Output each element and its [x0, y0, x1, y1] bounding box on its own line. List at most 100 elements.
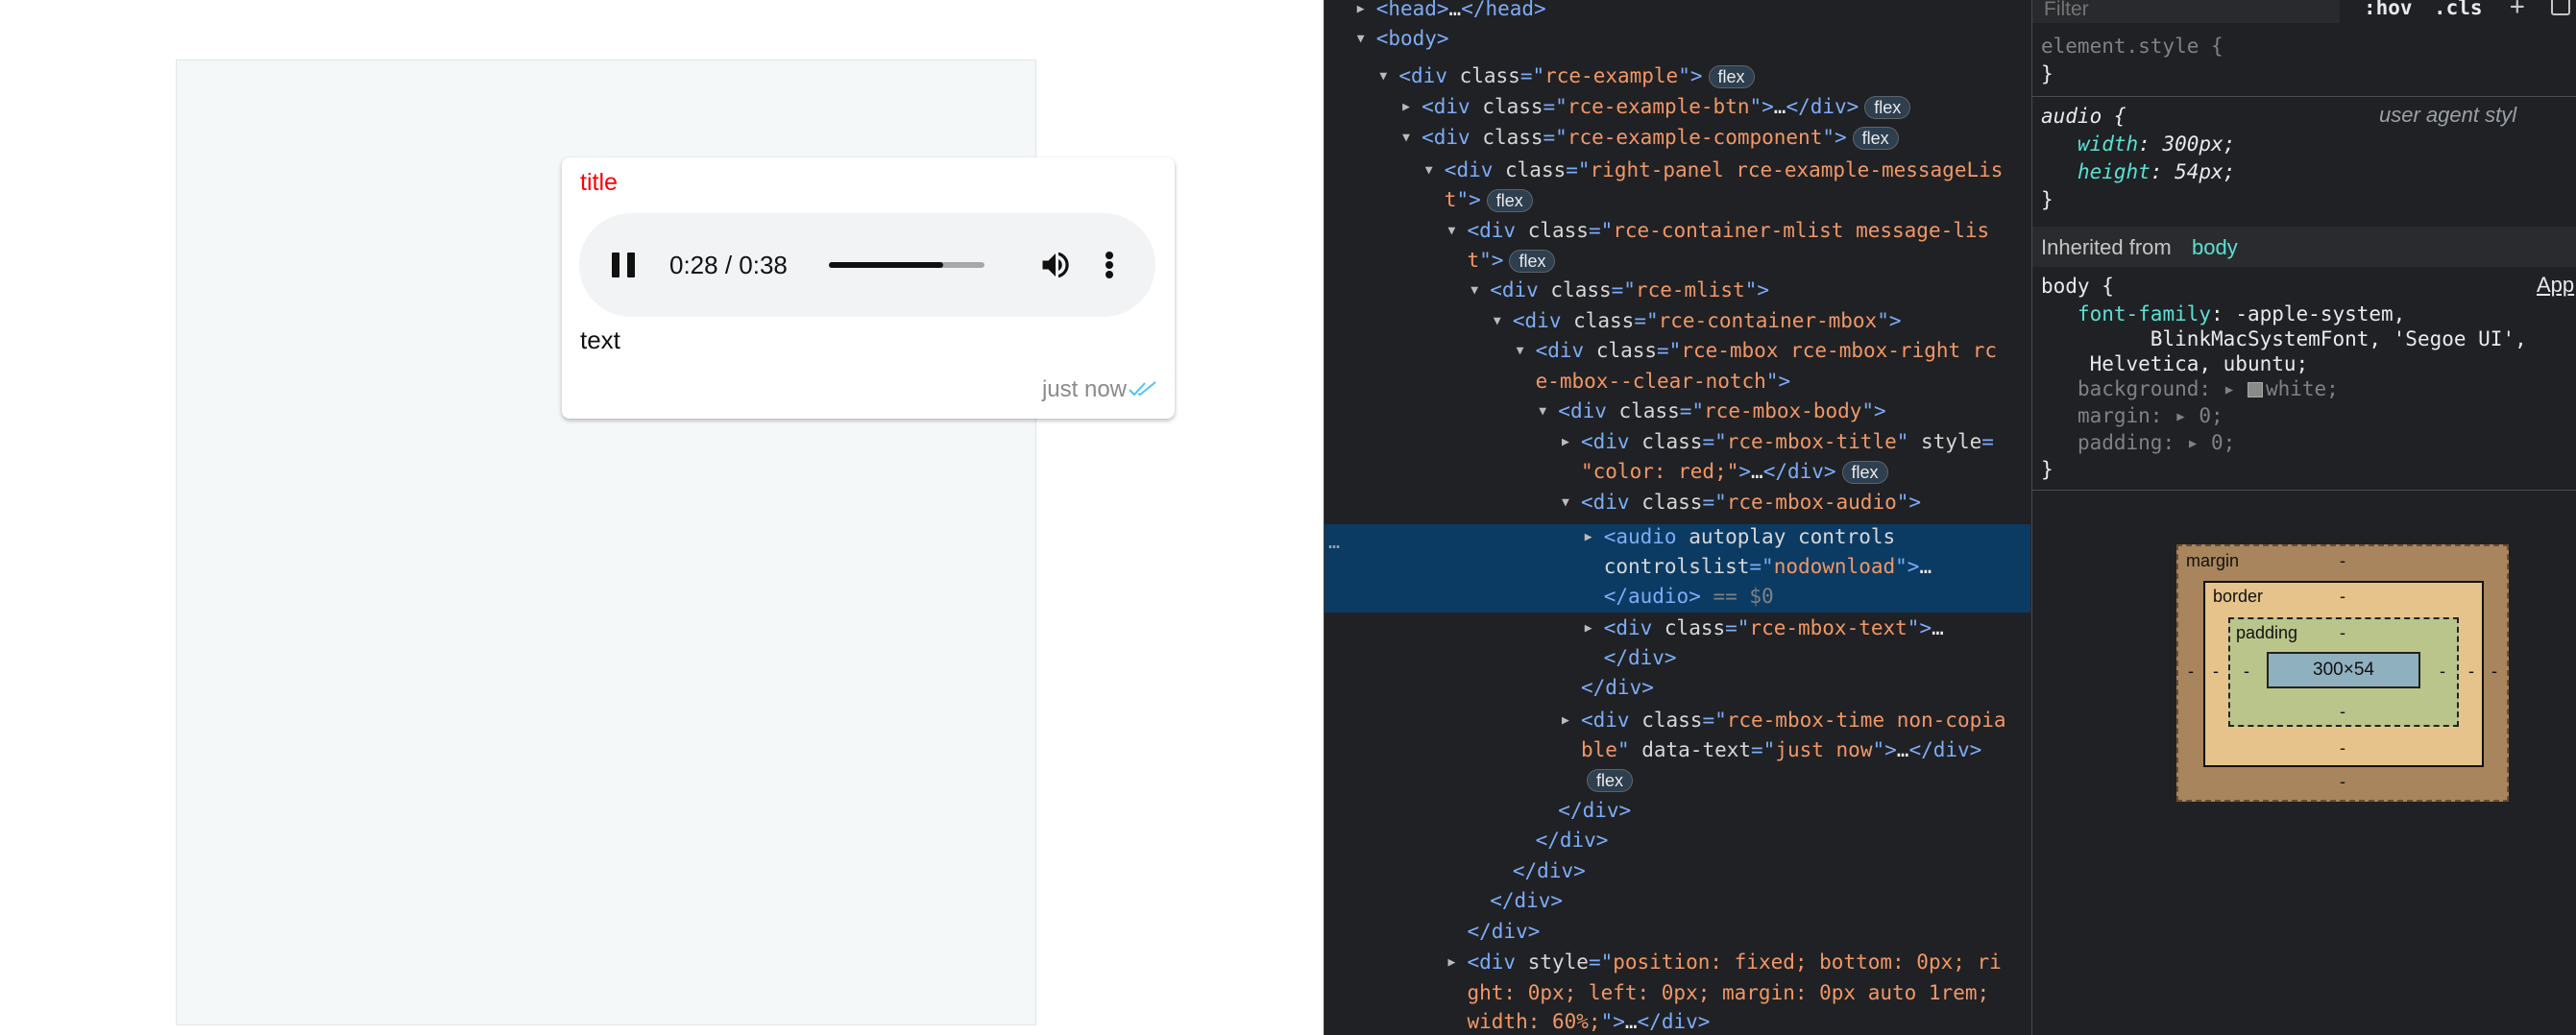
more-vert-icon[interactable] — [1103, 248, 1116, 282]
expand-triangle-closed-icon[interactable]: ▶ — [1448, 948, 1456, 977]
styles-filter-input[interactable] — [2032, 0, 2340, 23]
cls-toggle-button[interactable]: .cls — [2434, 0, 2483, 19]
box-model-border[interactable]: border - - - - padding - - - - 300×54 — [2203, 581, 2484, 767]
flex-badge[interactable]: flex — [1864, 96, 1911, 119]
dom-node-line[interactable]: </div> — [1536, 826, 1609, 855]
pause-icon[interactable] — [610, 250, 637, 280]
new-style-rule-icon[interactable]: + — [2510, 0, 2525, 21]
dom-node-line[interactable]: </audio> == $0 — [1604, 582, 1774, 612]
flex-badge[interactable]: flex — [1486, 189, 1533, 212]
dom-node-line[interactable]: ▼ <div class="rce-example"> flex — [1379, 61, 1755, 91]
dom-node-line[interactable]: width: 60%;">…</div> — [1468, 1007, 1711, 1035]
dom-node-line[interactable]: ▶ <div class="rce-mbox-time non-copia — [1562, 706, 2006, 735]
border-left-value[interactable]: - — [2213, 662, 2219, 682]
background-declaration[interactable]: background: ▸ white; — [2041, 375, 2339, 402]
dom-node-line[interactable]: ble" data-text="just now">…</div> — [1581, 735, 1981, 765]
box-model-padding[interactable]: padding - - - - 300×54 — [2228, 617, 2459, 727]
border-bottom-value[interactable]: - — [2340, 738, 2345, 758]
flex-badge[interactable]: flex — [1841, 461, 1888, 484]
expand-triangle-closed-icon[interactable]: ▶ — [1562, 427, 1569, 457]
dom-node-token: =" — [1702, 430, 1727, 453]
dom-node-line[interactable]: </div> — [1558, 796, 1631, 826]
margin-bottom-value[interactable]: - — [2340, 772, 2345, 792]
dom-node-line[interactable]: ▶ <div class="rce-mbox-title" style= — [1562, 427, 1994, 457]
dom-node-line[interactable]: ▶ <div class="rce-mbox-text">… — [1585, 614, 1944, 643]
dom-node-token: nodownload — [1773, 555, 1896, 578]
audio-player[interactable]: 0:28 / 0:38 — [579, 213, 1155, 317]
message-box[interactable]: title 0:28 / 0:38 text just now — [562, 157, 1175, 419]
dom-node-line[interactable]: ▼ <div class="rce-mbox-audio"> — [1562, 488, 1921, 518]
dom-node-line[interactable]: ▶ <div class="rce-example-btn">…</div> fle… — [1402, 92, 1911, 122]
dom-node-line[interactable]: "color: red;">…</div> flex — [1581, 457, 1888, 487]
hov-toggle-button[interactable]: :hov — [2364, 0, 2413, 19]
dom-node-line[interactable]: ▼ <div class="rce-container-mlist message… — [1448, 216, 1990, 246]
padding-right-value[interactable]: - — [2440, 662, 2445, 682]
elements-tree[interactable]: … ▶ <head>…</head> ▼ <body> ▼ <div class="rce… — [1324, 0, 2030, 1035]
expand-triangle-open-icon[interactable]: ▼ — [1379, 61, 1387, 91]
border-top-value[interactable]: - — [2340, 587, 2345, 607]
dom-node-line[interactable]: ▼ <div class="rce-container-mbox"> — [1494, 306, 1902, 336]
flex-badge[interactable]: flex — [1708, 65, 1755, 88]
expand-triangle-closed-icon[interactable]: ▶ — [1357, 0, 1365, 24]
border-right-value[interactable]: - — [2468, 662, 2474, 682]
flex-badge[interactable]: flex — [1509, 250, 1556, 273]
dom-node-line[interactable]: ▶ <audio autoplay controls — [1585, 522, 1895, 552]
margin-right-value[interactable]: - — [2491, 662, 2497, 682]
expand-triangle-open-icon[interactable]: ▼ — [1517, 336, 1524, 366]
dom-node-line[interactable]: ▼ <body> — [1357, 24, 1449, 54]
box-model-content[interactable]: 300×54 — [2267, 652, 2420, 688]
dom-node-token: <div — [1422, 95, 1483, 118]
margin-declaration[interactable]: margin: ▸ 0; — [2041, 402, 2224, 429]
volume-icon[interactable] — [1038, 248, 1073, 282]
padding-declaration[interactable]: padding: ▸ 0; — [2041, 429, 2235, 456]
expand-triangle-open-icon[interactable]: ▼ — [1494, 306, 1501, 336]
expand-triangle-closed-icon[interactable]: ▶ — [1562, 706, 1569, 735]
inherited-body-link[interactable]: body — [2192, 235, 2238, 260]
stylesheet-source-link[interactable]: App — [2537, 273, 2574, 298]
dom-node-line[interactable]: </div> — [1604, 643, 1677, 673]
padding-left-value[interactable]: - — [2244, 662, 2249, 682]
expand-triangle-open-icon[interactable]: ▼ — [1402, 123, 1410, 153]
dom-node-line[interactable]: </div> — [1468, 917, 1541, 947]
dom-node-line[interactable]: t"> flex — [1445, 185, 1533, 215]
dom-node-line[interactable]: controlslist="nodownload">… — [1604, 552, 1932, 582]
audio-progress-bar[interactable] — [829, 262, 984, 268]
margin-left-value[interactable]: - — [2188, 662, 2194, 682]
expand-triangle-open-icon[interactable]: ▼ — [1357, 24, 1365, 54]
expand-triangle-open-icon[interactable]: ▼ — [1448, 216, 1456, 246]
element-style-rule[interactable]: element.style { — [2041, 33, 2224, 60]
flex-badge[interactable]: flex — [1852, 127, 1899, 150]
dom-node-line[interactable]: ▶ <div style="position: fixed; bottom: 0p… — [1448, 948, 2002, 977]
padding-bottom-value[interactable]: - — [2340, 702, 2345, 722]
dom-node-line[interactable]: e-mbox--clear-notch"> — [1536, 367, 1791, 397]
box-model-margin[interactable]: margin - - - - border - - - - padding - … — [2176, 544, 2509, 802]
computed-sidebar-toggle-icon[interactable] — [2551, 0, 2570, 15]
margin-top-value[interactable]: - — [2340, 551, 2345, 571]
dom-node-line[interactable]: t"> flex — [1468, 246, 1556, 276]
dom-node-line[interactable]: ▼ <div class="rce-mbox-body"> — [1539, 397, 1885, 426]
dom-node-line[interactable]: ▼ <div class="rce-mlist"> — [1470, 276, 1769, 305]
audio-height-declaration[interactable]: height: 54px; — [2041, 158, 2235, 185]
dom-node-line[interactable]: flex — [1581, 765, 1634, 795]
expand-triangle-open-icon[interactable]: ▼ — [1562, 488, 1569, 518]
dom-node-line[interactable]: ▶ <head>…</head> — [1357, 0, 1546, 24]
font-family-declaration[interactable]: font-family: -apple-system, — [2041, 301, 2405, 327]
dom-node-line[interactable]: </div> — [1490, 886, 1563, 916]
expand-triangle-open-icon[interactable]: ▼ — [1539, 397, 1546, 426]
dom-node-line[interactable]: ▼ <div class="rce-mbox rce-mbox-right rc — [1517, 336, 1997, 366]
padding-top-value[interactable]: - — [2340, 623, 2345, 643]
flex-badge[interactable]: flex — [1587, 769, 1634, 792]
dom-node-line[interactable]: ght: 0px; left: 0px; margin: 0px auto 1r… — [1468, 978, 1990, 1008]
expand-triangle-closed-icon[interactable]: ▶ — [1402, 92, 1410, 122]
expand-triangle-open-icon[interactable]: ▼ — [1425, 156, 1433, 185]
dom-node-line[interactable]: </div> — [1581, 673, 1654, 703]
expand-triangle-closed-icon[interactable]: ▶ — [1585, 522, 1592, 552]
audio-width-declaration[interactable]: width: 300px; — [2041, 131, 2235, 157]
dom-node-line[interactable]: ▼ <div class="rce-example-component"> flex — [1402, 123, 1899, 153]
expand-triangle-open-icon[interactable]: ▼ — [1470, 276, 1478, 305]
expand-triangle-closed-icon[interactable]: ▶ — [1585, 614, 1592, 643]
color-swatch-icon[interactable] — [2247, 382, 2263, 397]
node-actions-ellipsis[interactable]: … — [1328, 530, 1340, 553]
dom-node-line[interactable]: </div> — [1513, 856, 1586, 886]
dom-node-line[interactable]: ▼ <div class="right-panel rce-example-mes… — [1425, 156, 2004, 185]
